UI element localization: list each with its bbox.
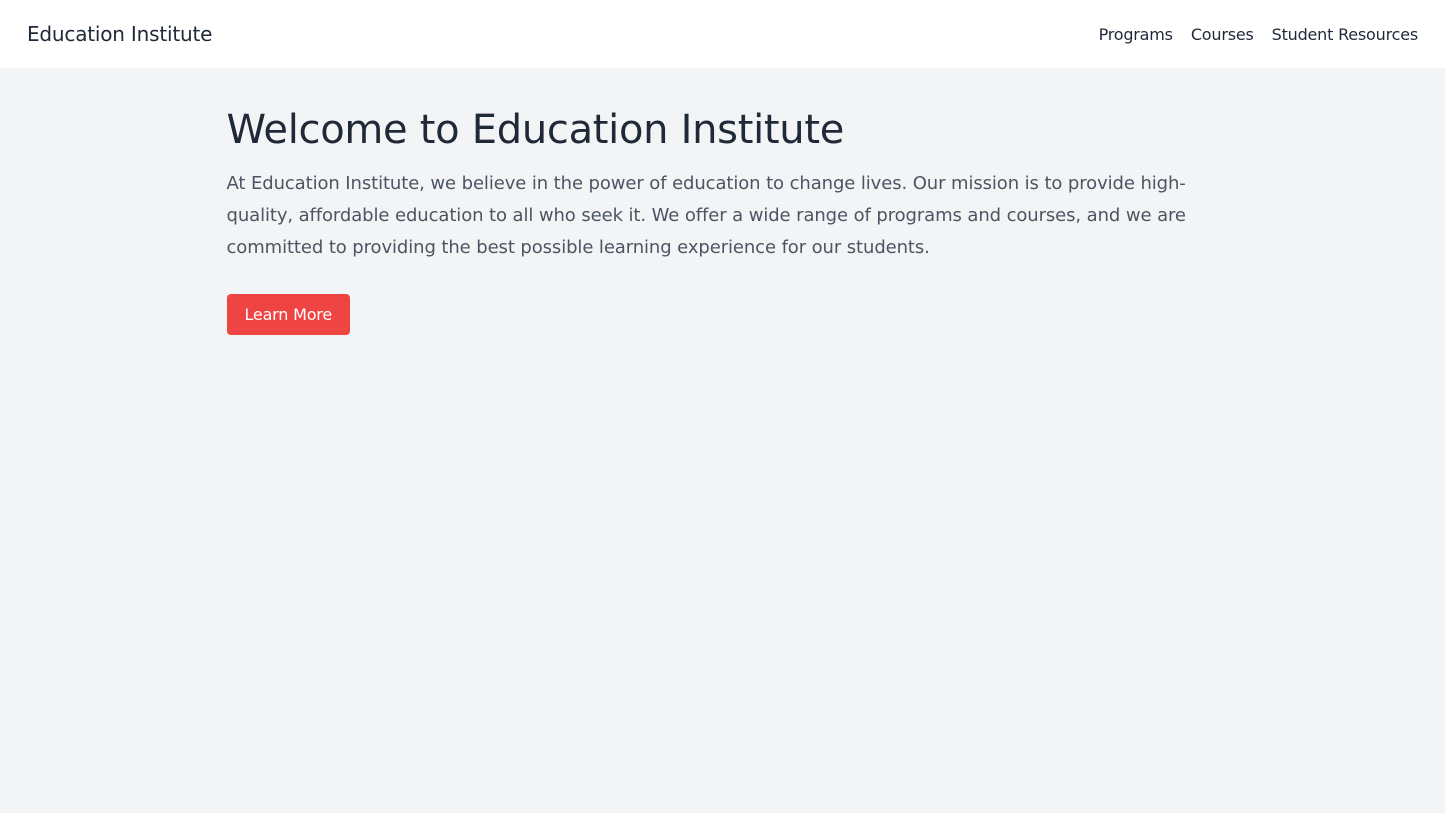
nav-link-student-resources[interactable]: Student Resources: [1272, 25, 1418, 44]
page-title: Welcome to Education Institute: [227, 102, 1223, 158]
brand-logo-link[interactable]: Education Institute: [27, 22, 212, 46]
nav-link-programs[interactable]: Programs: [1099, 25, 1173, 44]
learn-more-button[interactable]: Learn More: [227, 294, 350, 335]
nav-link-courses[interactable]: Courses: [1191, 25, 1254, 44]
intro-paragraph: At Education Institute, we believe in th…: [227, 168, 1207, 264]
site-header: Education Institute Programs Courses Stu…: [0, 0, 1445, 68]
main-content: Welcome to Education Institute At Educat…: [223, 68, 1223, 335]
main-nav: Programs Courses Student Resources: [1099, 25, 1418, 44]
